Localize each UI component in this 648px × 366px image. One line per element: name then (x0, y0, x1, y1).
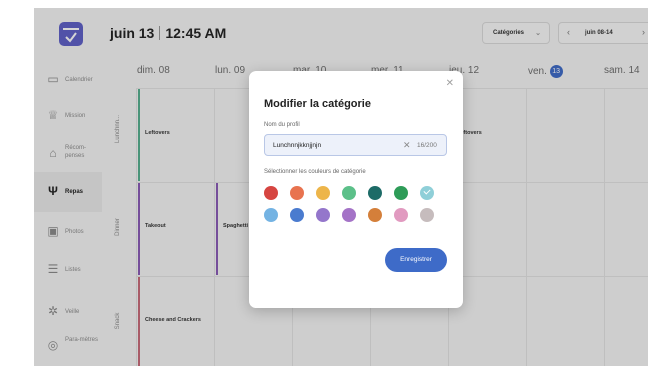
colors-label: Sélectionner les couleurs de catégorie (264, 169, 366, 175)
color-swatch[interactable] (316, 186, 330, 200)
color-swatch[interactable] (420, 186, 434, 200)
profile-name-value: Lunchnnjkknjjnjn (273, 142, 322, 149)
color-swatch[interactable] (368, 208, 382, 222)
clear-icon[interactable]: ✕ (403, 140, 411, 151)
color-swatch[interactable] (394, 208, 408, 222)
char-counter: 16/200 (417, 142, 437, 149)
profile-name-input[interactable]: Lunchnnjkknjjnjn ✕ 16/200 (264, 134, 447, 156)
color-swatch[interactable] (290, 186, 304, 200)
modal-title: Modifier la catégorie (264, 98, 371, 110)
color-swatch[interactable] (368, 186, 382, 200)
color-swatch[interactable] (420, 208, 434, 222)
color-swatch[interactable] (264, 208, 278, 222)
color-swatch[interactable] (264, 186, 278, 200)
screen: ▭ Calendrier ♕ Mission ⌂ Récom-penses Ψ … (0, 0, 648, 366)
color-swatch[interactable] (290, 208, 304, 222)
edit-category-modal: ✕ Modifier la catégorie Nom du profil Lu… (249, 71, 463, 308)
save-button[interactable]: Enregistrer (385, 248, 447, 272)
close-icon[interactable]: ✕ (446, 78, 454, 89)
color-swatch[interactable] (342, 208, 356, 222)
color-swatch[interactable] (342, 186, 356, 200)
color-swatch[interactable] (394, 186, 408, 200)
profile-name-label: Nom du profil (264, 122, 300, 128)
app-window: ▭ Calendrier ♕ Mission ⌂ Récom-penses Ψ … (34, 8, 648, 366)
color-swatch[interactable] (316, 208, 330, 222)
